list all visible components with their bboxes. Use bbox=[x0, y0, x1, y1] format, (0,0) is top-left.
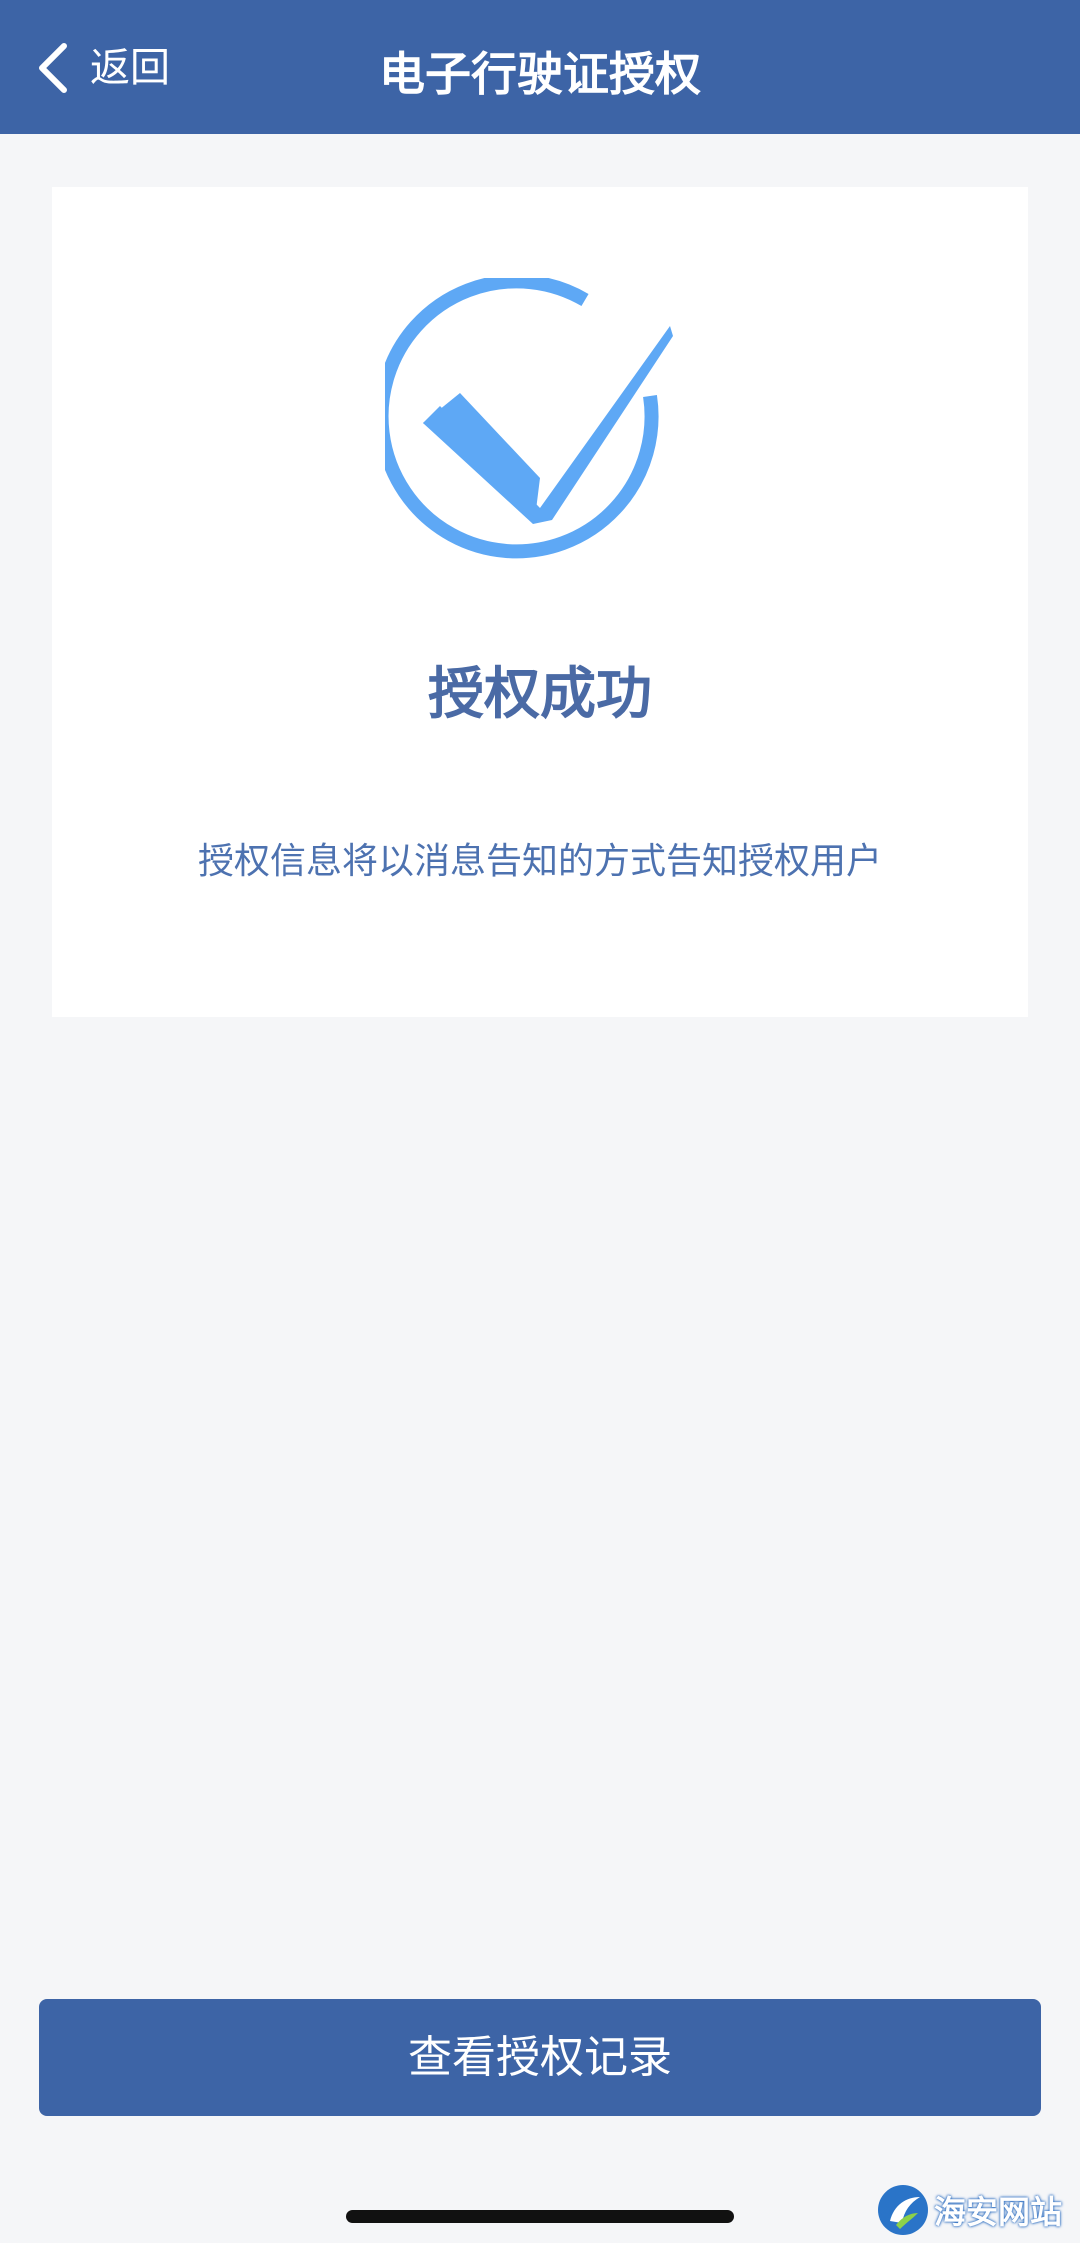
watermark-logo-icon bbox=[878, 2185, 928, 2235]
back-label: 返回 bbox=[90, 45, 170, 91]
nav-bar: 返回 电子行驶证授权 bbox=[0, 0, 1080, 134]
watermark-text: 海安网站 bbox=[934, 2193, 1063, 2231]
watermark: 海安网站 bbox=[876, 2182, 1076, 2238]
result-description: 授权信息将以消息告知的方式告知授权用户 bbox=[197, 841, 882, 882]
back-button[interactable]: 返回 bbox=[28, 38, 170, 98]
result-title: 授权成功 bbox=[428, 662, 652, 727]
home-indicator bbox=[346, 2210, 734, 2223]
check-circle-icon bbox=[385, 278, 673, 559]
view-authorization-records-button[interactable]: 查看授权记录 bbox=[39, 1999, 1041, 2116]
chevron-left-icon bbox=[39, 43, 67, 93]
